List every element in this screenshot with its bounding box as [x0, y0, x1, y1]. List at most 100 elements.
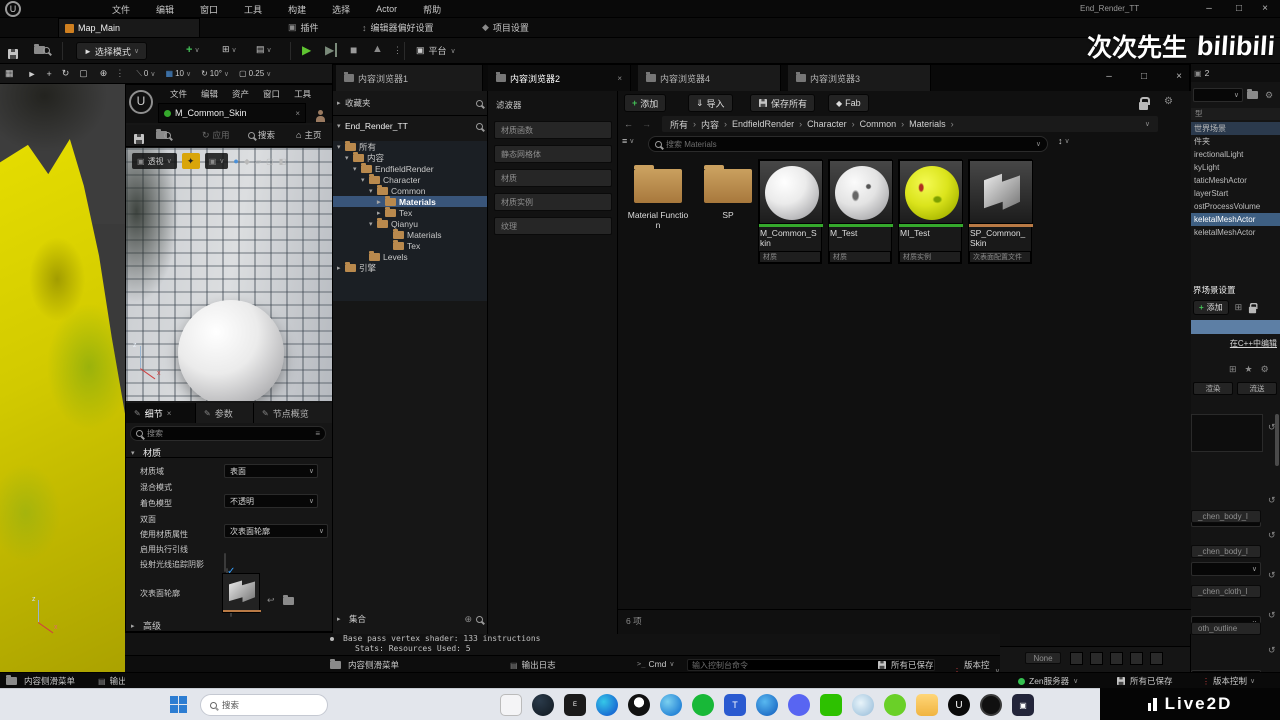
forward-icon[interactable]: → — [642, 119, 651, 129]
asset-search-box[interactable]: ∨ — [648, 136, 1048, 152]
property-box[interactable] — [1191, 414, 1263, 452]
cinematics-dropdown[interactable]: ▤ ∨ — [256, 44, 272, 55]
search-icon[interactable] — [476, 99, 483, 107]
all-saved-button[interactable]: 所有已保存 — [1116, 675, 1173, 687]
preview-sphere-icon[interactable]: ● — [233, 156, 238, 166]
file-explorer-icon[interactable] — [916, 694, 938, 716]
close-tab-icon[interactable]: × — [617, 74, 622, 83]
wechat-icon[interactable] — [820, 694, 842, 716]
search-icon[interactable] — [476, 615, 483, 623]
select-tool-icon[interactable]: ► — [28, 69, 37, 79]
outliner-row-skylight[interactable]: kyLight — [1191, 161, 1280, 174]
shading-model-select[interactable]: 次表面轮廓 — [224, 524, 328, 538]
search-options-icon[interactable]: ≡ — [315, 429, 320, 438]
none-value-chip[interactable]: None — [1025, 652, 1061, 664]
reset-icon[interactable]: ↺ — [1268, 530, 1276, 541]
add-collection-icon[interactable]: ⊕ — [464, 614, 472, 625]
reset-icon[interactable]: ↺ — [1268, 610, 1276, 621]
folder-material-function[interactable]: Material Function — [626, 159, 690, 231]
preview-tool-toggle[interactable]: ✦ — [181, 153, 200, 169]
search-button[interactable]: 搜索 — [248, 129, 275, 141]
search-icon[interactable] — [476, 122, 483, 130]
browse-content-icon[interactable] — [34, 44, 50, 54]
maximize-button[interactable]: □ — [1228, 3, 1250, 14]
collections-row[interactable]: 集合 ⊕ — [337, 613, 483, 625]
asset-icon[interactable] — [1150, 652, 1163, 665]
close-tab-icon[interactable]: × — [295, 109, 300, 118]
scale-snap-dropdown[interactable]: ▢ 0.25 ∨ — [239, 69, 271, 78]
plugins-button[interactable]: ▣ 插件 — [288, 21, 319, 34]
asset-mi-test[interactable]: MI_Test 材质实例 — [898, 159, 963, 264]
outliner-type-column[interactable]: 型 — [1191, 108, 1280, 120]
mat-menu-window[interactable]: 窗口 — [263, 88, 280, 100]
tree-item-all[interactable]: 所有 — [333, 140, 487, 152]
content-drawer-button[interactable]: 内容侧滑菜单 — [330, 659, 399, 671]
select-mode-dropdown[interactable]: ► 选择模式 ∨ — [76, 42, 148, 60]
details-scrollbar[interactable] — [1275, 414, 1279, 466]
home-button[interactable]: ⌂ 主页 — [296, 129, 321, 141]
maximize-button[interactable]: □ — [1133, 71, 1155, 82]
subsurface-profile-thumbnail[interactable] — [222, 573, 261, 613]
play-options-icon[interactable]: ⋮ — [393, 45, 402, 56]
whale-browser-icon[interactable] — [852, 694, 874, 716]
perspective-dropdown[interactable]: ▣ 透视 ∨ — [132, 153, 177, 169]
close-button[interactable]: × — [1168, 71, 1190, 82]
play-button[interactable]: ▶ — [302, 43, 311, 57]
level-viewport[interactable]: z x — [0, 64, 127, 688]
preview-mesh-icon[interactable]: ◧ — [279, 157, 287, 166]
advanced-section-header[interactable]: 高级 — [131, 619, 161, 631]
asset-sp-common-skin[interactable]: SP_Common_Skin 次表面配置文件 — [968, 159, 1033, 264]
start-button[interactable] — [170, 696, 187, 713]
details-search-box[interactable]: 搜索 ≡ — [130, 426, 326, 441]
mat-menu-edit[interactable]: 编辑 — [201, 88, 218, 100]
platform-dropdown[interactable]: ▣ 平台 ∨ — [416, 44, 456, 57]
rotate-tool-icon[interactable]: ↻ — [62, 68, 70, 79]
browser-icon[interactable] — [660, 694, 682, 716]
rotation-snap-dropdown[interactable]: ↻ 10° ∨ — [201, 69, 229, 78]
add-actor-dropdown[interactable]: + ∨ — [186, 44, 200, 56]
menu-select[interactable]: 选择 — [332, 3, 350, 16]
editor-preferences-button[interactable]: ↕ 编辑器偏好设置 — [362, 21, 434, 34]
folder-sp[interactable]: SP — [696, 159, 760, 231]
sort-dropdown-button[interactable]: ↕ ∨ — [1058, 136, 1070, 146]
obs-icon[interactable] — [980, 694, 1002, 716]
mat-menu-tools[interactable]: 工具 — [294, 88, 311, 100]
epic-games-icon[interactable]: E — [564, 694, 586, 716]
tree-item-tex[interactable]: Tex — [333, 239, 487, 251]
details-settings-icon[interactable]: ⚙ — [1261, 364, 1269, 375]
asset-icon[interactable] — [1070, 652, 1083, 665]
close-tab-icon[interactable]: × — [167, 409, 172, 418]
preview-cube-icon[interactable]: ▢ — [266, 157, 274, 166]
asset-search-input[interactable] — [666, 139, 1032, 149]
kugou-icon[interactable] — [692, 694, 714, 716]
outliner-row-post-process[interactable]: ostProcessVolume — [1191, 200, 1280, 213]
asset-m-common-skin[interactable]: M_Common_Skin 材质 — [758, 159, 823, 264]
favorites-icon[interactable]: ★ — [1245, 364, 1253, 375]
steam-icon[interactable] — [532, 694, 554, 716]
tree-item-materials[interactable]: Materials — [333, 228, 487, 240]
move-tool-icon[interactable]: + — [46, 69, 51, 79]
frog-app-icon[interactable] — [884, 694, 906, 716]
apply-button[interactable]: ↻ 应用 — [202, 129, 230, 141]
filter-dropdown-button[interactable]: ≡ ∨ — [622, 136, 634, 146]
menu-help[interactable]: 帮助 — [423, 3, 441, 16]
reset-icon[interactable]: ↺ — [1268, 495, 1276, 506]
save-level-icon[interactable] — [8, 49, 18, 59]
task-view-icon[interactable] — [500, 694, 522, 716]
tab-content-browser-3[interactable]: 内容浏览器3 — [788, 65, 931, 91]
render-category-pill[interactable]: 渲染 — [1193, 382, 1233, 395]
breadcrumb-endfieldrender[interactable]: EndfieldRender — [732, 119, 794, 129]
taskbar-search-box[interactable]: 搜索 — [200, 694, 328, 716]
mat-menu-asset[interactable]: 资产 — [232, 88, 249, 100]
tab-details[interactable]: ✎ 细节 × — [126, 403, 196, 423]
outliner-row-directional-light[interactable]: irectionalLight — [1191, 148, 1280, 161]
lock-icon[interactable] — [1249, 302, 1258, 313]
user-avatar-icon[interactable] — [316, 110, 325, 122]
tab-content-browser-1[interactable]: 内容浏览器1 — [336, 65, 483, 91]
zen-server-button[interactable]: Zen服务器 ∨ — [1018, 675, 1078, 687]
settings-gear-icon[interactable]: ⚙ — [1164, 96, 1173, 107]
stop-button[interactable]: ■ — [350, 43, 357, 57]
tab-content-browser-4[interactable]: 内容浏览器4 — [638, 65, 781, 91]
asset-icon[interactable] — [1110, 652, 1123, 665]
outliner-row-skeletal-mesh-selected[interactable]: keletalMeshActor — [1191, 213, 1280, 226]
